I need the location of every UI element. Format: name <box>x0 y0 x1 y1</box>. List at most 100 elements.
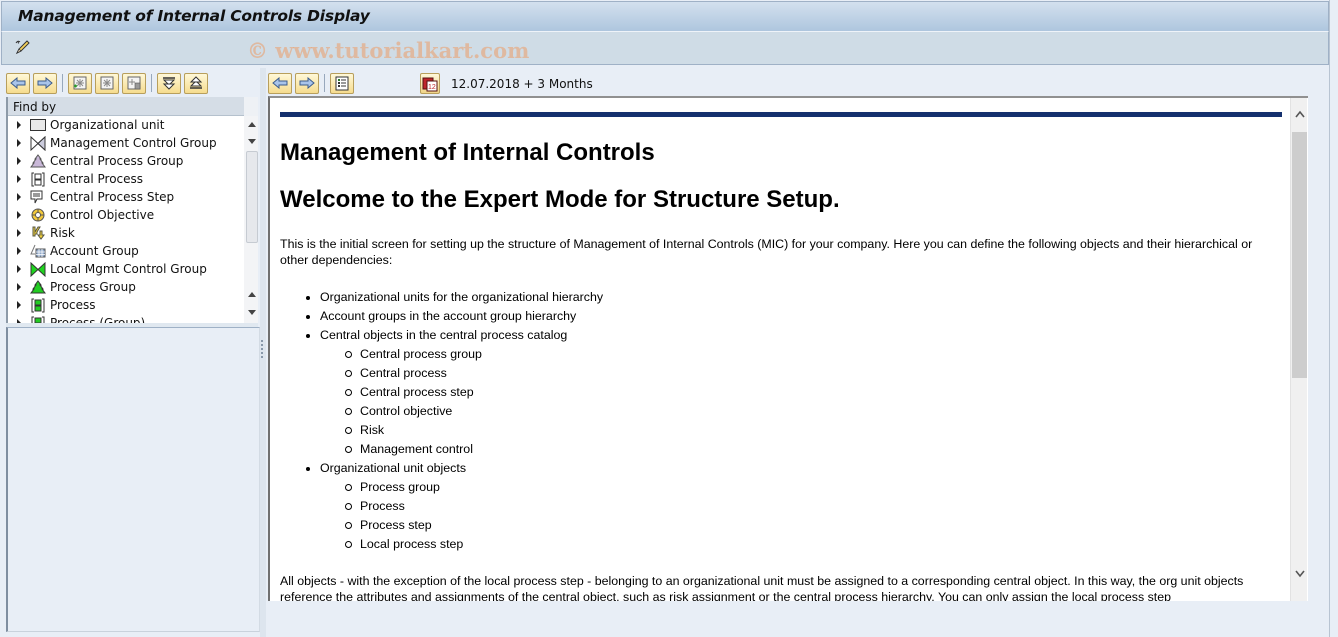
list-item-text: Central objects in the central process c… <box>320 328 568 342</box>
tree-rows: Organizational unit Management Control G… <box>8 116 244 323</box>
tree-item-process-group[interactable]: Process Group <box>8 278 244 296</box>
scroll-down-icon[interactable] <box>1295 568 1305 581</box>
sub-list-item: Process step <box>280 516 1282 535</box>
expand-arrow-icon[interactable] <box>17 193 21 201</box>
scroll-up-icon[interactable] <box>248 292 256 297</box>
html-viewer-toolbar <box>268 72 357 94</box>
sub-list-item: Central process step <box>280 383 1282 402</box>
arrow-left-icon <box>10 77 26 89</box>
tree-item-risk[interactable]: Risk <box>8 224 244 242</box>
sub-list-item: Central process group <box>280 345 1282 364</box>
create-button[interactable] <box>68 72 92 94</box>
expand-arrow-icon[interactable] <box>17 157 21 165</box>
content-scrollbar[interactable] <box>1290 98 1307 601</box>
scroll-up-icon[interactable] <box>1295 108 1305 121</box>
circle-bullet-icon <box>345 389 352 396</box>
tree-item-label: Account Group <box>50 244 139 258</box>
list-item: Organizational unit objects <box>280 459 1282 478</box>
scroll-down-icon[interactable] <box>248 310 256 315</box>
svg-text:12: 12 <box>428 84 436 91</box>
org-unit-icon <box>29 118 46 133</box>
account-group-icon <box>29 244 46 259</box>
display-change-icon[interactable] <box>14 38 32 56</box>
back-button[interactable] <box>268 72 292 94</box>
expand-all-button[interactable] <box>157 72 181 94</box>
arrow-right-icon <box>37 77 53 89</box>
delete-object-icon <box>127 76 141 90</box>
sub-list-item: Risk <box>280 421 1282 440</box>
expand-arrow-icon[interactable] <box>17 175 21 183</box>
list-item-text: Process group <box>360 480 440 494</box>
tree-item-process-group-partial[interactable]: Process (Group) <box>8 314 244 323</box>
document-button[interactable] <box>330 72 354 94</box>
tree-item-central-process-group[interactable]: Central Process Group <box>8 152 244 170</box>
list-item-text: Organizational units for the organizatio… <box>320 290 604 304</box>
circle-bullet-icon <box>345 408 352 415</box>
tree-item-management-control-group[interactable]: Management Control Group <box>8 134 244 152</box>
collapse-all-button[interactable] <box>184 72 208 94</box>
object-icon <box>100 76 114 90</box>
expand-arrow-icon[interactable] <box>17 247 21 255</box>
tree-item-central-process[interactable]: Central Process <box>8 170 244 188</box>
sub-list-item: Central process <box>280 364 1282 383</box>
list-item: Account groups in the account group hier… <box>280 307 1282 326</box>
expand-arrow-icon[interactable] <box>17 211 21 219</box>
tree-item-organizational-unit[interactable]: Organizational unit <box>8 116 244 134</box>
risk-icon <box>29 226 46 241</box>
bullet-icon <box>306 315 310 319</box>
list-item-text: Central process step <box>360 385 474 399</box>
circle-bullet-icon <box>345 503 352 510</box>
window-title: Management of Internal Controls Display <box>18 7 370 25</box>
forward-button[interactable] <box>295 72 319 94</box>
expand-arrow-icon[interactable] <box>17 139 21 147</box>
expand-arrow-icon[interactable] <box>17 283 21 291</box>
central-process-group-icon <box>29 153 46 169</box>
tree-item-label: Central Process Group <box>50 154 184 168</box>
circle-bullet-icon <box>345 446 352 453</box>
tree-item-label: Control Objective <box>50 208 155 222</box>
circle-bullet-icon <box>345 522 352 529</box>
tree-item-label: Process Group <box>50 280 136 294</box>
list-item-text: Management control <box>360 442 473 456</box>
tree-header-filler <box>244 97 258 116</box>
tree-item-process[interactable]: Process <box>8 296 244 314</box>
sub-list-item: Process <box>280 497 1282 516</box>
forward-button[interactable] <box>33 72 57 94</box>
tree-item-account-group[interactable]: Account Group <box>8 242 244 260</box>
document-list-icon <box>335 76 349 90</box>
scrollbar-thumb[interactable] <box>246 151 258 243</box>
expand-arrow-icon[interactable] <box>17 121 21 129</box>
expand-arrow-icon[interactable] <box>17 265 21 273</box>
toolbar-separator <box>62 74 63 92</box>
date-range-button[interactable]: 12 <box>420 73 440 94</box>
tree-item-label: Local Mgmt Control Group <box>50 262 207 276</box>
tree-item-central-process-step[interactable]: Central Process Step <box>8 188 244 206</box>
tree-item-control-objective[interactable]: Control Objective <box>8 206 244 224</box>
circle-bullet-icon <box>345 541 352 548</box>
tree-item-label: Central Process Step <box>50 190 175 204</box>
tree-item-label: Process <box>50 298 96 312</box>
title-bar: Management of Internal Controls Display <box>1 1 1329 32</box>
circle-bullet-icon <box>345 351 352 358</box>
splitter-grip[interactable] <box>261 340 263 358</box>
delete-button[interactable] <box>122 72 146 94</box>
display-button[interactable] <box>95 72 119 94</box>
list-item-text: Organizational unit objects <box>320 461 467 475</box>
tree-item-label: Management Control Group <box>50 136 217 150</box>
process-group-icon <box>29 279 46 295</box>
expand-arrow-icon[interactable] <box>17 301 21 309</box>
sub-list-item: Process group <box>280 478 1282 497</box>
header-rule <box>280 112 1282 117</box>
scroll-up-icon[interactable] <box>248 122 256 127</box>
expand-arrow-icon[interactable] <box>17 229 21 237</box>
page-title: Management of Internal Controls <box>280 139 655 166</box>
list-item: Central objects in the central process c… <box>280 326 1282 345</box>
back-button[interactable] <box>6 72 30 94</box>
page-subtitle: Welcome to the Expert Mode for Structure… <box>280 186 840 213</box>
tree-scrollbar[interactable] <box>244 116 258 323</box>
tree-item-local-mgmt-control-group[interactable]: Local Mgmt Control Group <box>8 260 244 278</box>
sub-list-item: Control objective <box>280 402 1282 421</box>
scroll-down-icon[interactable] <box>248 139 256 144</box>
scrollbar-thumb[interactable] <box>1292 132 1307 378</box>
collapse-icon <box>189 76 203 89</box>
